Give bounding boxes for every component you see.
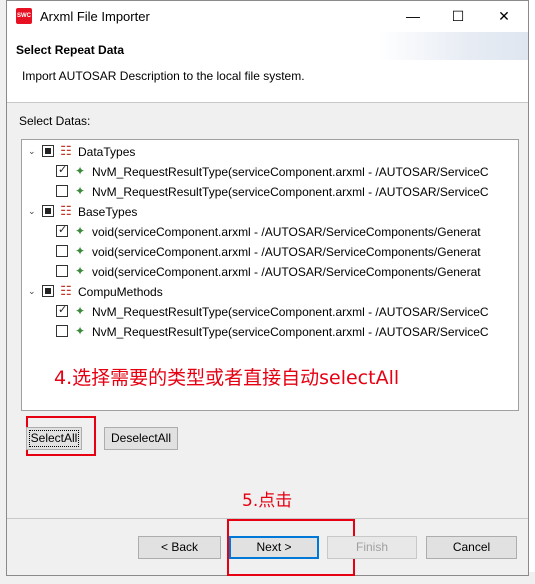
item-checkbox[interactable] — [56, 325, 68, 337]
tree-item-row[interactable]: ✦ void(serviceComponent.arxml - /AUTOSAR/… — [22, 222, 518, 242]
datatype-group-icon: ☷ — [60, 143, 72, 158]
tree-item-row[interactable]: ✦ void(serviceComponent.arxml - /AUTOSAR/… — [22, 242, 518, 262]
title-bar: SWC Arxml File Importer — ☐ ✕ — [7, 1, 528, 32]
item-checkbox[interactable] — [56, 265, 68, 277]
item-checkbox[interactable] — [56, 303, 68, 317]
element-icon: ✦ — [74, 224, 86, 238]
app-icon: SWC — [16, 8, 32, 24]
tree-group-label: CompuMethods — [78, 285, 163, 299]
item-checkbox[interactable] — [56, 185, 68, 197]
item-checkbox[interactable] — [56, 163, 68, 177]
element-icon: ✦ — [74, 264, 86, 278]
wizard-header: Select Repeat Data Import AUTOSAR Descri… — [7, 32, 528, 103]
element-icon: ✦ — [74, 184, 86, 198]
tree-item-row[interactable]: ✦ NvM_RequestResultType(serviceComponent.… — [22, 322, 518, 342]
importer-dialog: SWC Arxml File Importer — ☐ ✕ Select Rep… — [6, 0, 529, 576]
group-checkbox[interactable] — [42, 205, 54, 217]
back-button[interactable]: < Back — [138, 536, 221, 559]
cancel-button[interactable]: Cancel — [426, 536, 517, 559]
maximize-button[interactable]: ☐ — [435, 1, 481, 32]
element-icon: ✦ — [74, 304, 86, 318]
tree-item-label: NvM_RequestResultType(serviceComponent.a… — [92, 165, 489, 179]
tree-item-label: NvM_RequestResultType(serviceComponent.a… — [92, 305, 489, 319]
expand-chevron-icon[interactable]: ⌄ — [28, 287, 37, 296]
window-title: Arxml File Importer — [40, 9, 150, 24]
annotation-step5: 5.点击 — [242, 491, 293, 511]
next-button[interactable]: Next > — [229, 536, 319, 559]
select-datas-label: Select Datas: — [19, 114, 91, 128]
minimize-button[interactable]: — — [390, 1, 436, 32]
tree-item-label: void(serviceComponent.arxml - /AUTOSAR/S… — [92, 245, 481, 259]
deselect-all-button[interactable]: DeselectAll — [104, 427, 178, 450]
expand-chevron-icon[interactable]: ⌄ — [28, 207, 37, 216]
element-icon: ✦ — [74, 324, 86, 338]
tree-group-row[interactable]: ⌄ ☷ CompuMethods — [22, 282, 518, 302]
tree-group-label: DataTypes — [78, 145, 136, 159]
element-icon: ✦ — [74, 164, 86, 178]
tree-item-label: NvM_RequestResultType(serviceComponent.a… — [92, 325, 489, 339]
page-description: Import AUTOSAR Description to the local … — [22, 69, 305, 83]
group-checkbox[interactable] — [42, 285, 54, 297]
tree-item-row[interactable]: ✦ NvM_RequestResultType(serviceComponent.… — [22, 162, 518, 182]
tree-group-row[interactable]: ⌄ ☷ DataTypes — [22, 142, 518, 162]
page-title: Select Repeat Data — [16, 43, 125, 57]
tree-group-row[interactable]: ⌄ ☷ BaseTypes — [22, 202, 518, 222]
select-all-button[interactable]: SelectAll — [26, 427, 82, 450]
tree-item-label: NvM_RequestResultType(serviceComponent.a… — [92, 185, 489, 199]
item-checkbox[interactable] — [56, 223, 68, 237]
datatype-group-icon: ☷ — [60, 203, 72, 218]
header-decoration — [378, 32, 528, 60]
finish-button[interactable]: Finish — [327, 536, 417, 559]
close-button[interactable]: ✕ — [481, 1, 527, 32]
element-icon: ✦ — [74, 244, 86, 258]
expand-chevron-icon[interactable]: ⌄ — [28, 147, 37, 156]
item-checkbox[interactable] — [56, 245, 68, 257]
tree-group-label: BaseTypes — [78, 205, 138, 219]
group-checkbox[interactable] — [42, 145, 54, 157]
tree-item-label: void(serviceComponent.arxml - /AUTOSAR/S… — [92, 225, 481, 239]
tree-item-row[interactable]: ✦ void(serviceComponent.arxml - /AUTOSAR/… — [22, 262, 518, 282]
tree-item-row[interactable]: ✦ NvM_RequestResultType(serviceComponent.… — [22, 182, 518, 202]
annotation-step4: 4.选择需要的类型或者直接自动selectAll — [54, 367, 400, 389]
tree-item-row[interactable]: ✦ NvM_RequestResultType(serviceComponent.… — [22, 302, 518, 322]
datatype-group-icon: ☷ — [60, 283, 72, 298]
tree-item-label: void(serviceComponent.arxml - /AUTOSAR/S… — [92, 265, 481, 279]
